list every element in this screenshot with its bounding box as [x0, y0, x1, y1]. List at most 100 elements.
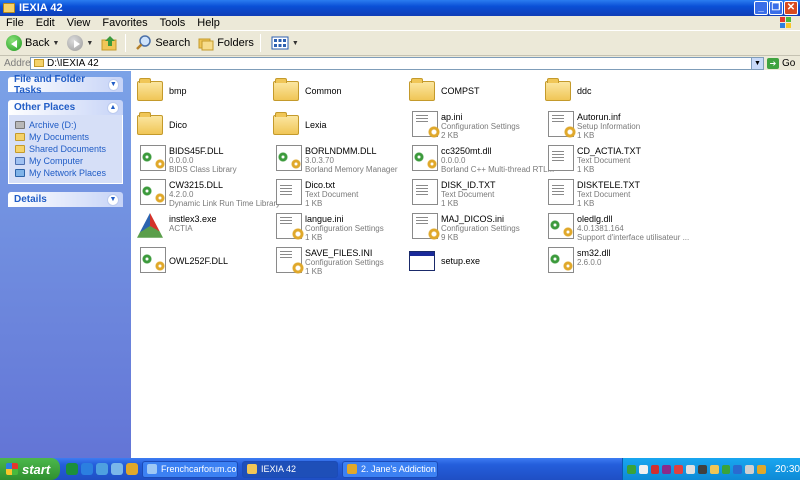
place-my-computer[interactable]: My Computer: [15, 155, 116, 167]
file-item[interactable]: ap.ini Configuration Settings 2 KB: [409, 111, 545, 143]
title-bar: IEXIA 42 _ ❐ ✕: [0, 0, 800, 16]
file-item[interactable]: Autorun.inf Setup Information 1 KB: [545, 111, 681, 143]
search-button[interactable]: Search: [134, 32, 192, 54]
file-list: bmp Common COMPST ddc Dico Lexia ap.ini …: [131, 71, 800, 458]
text-file-icon: [412, 179, 438, 205]
browser-icon[interactable]: [96, 463, 108, 475]
menu-tools[interactable]: Tools: [154, 17, 192, 29]
file-item[interactable]: Dico: [137, 111, 273, 143]
go-button[interactable]: ➔ Go: [767, 57, 795, 69]
file-item[interactable]: OWL252F.DLL: [137, 247, 273, 279]
place-my-documents[interactable]: My Documents: [15, 131, 116, 143]
tray-icon[interactable]: [638, 464, 648, 474]
place-label: My Computer: [29, 156, 84, 166]
file-item[interactable]: Common: [273, 77, 409, 109]
windows-logo-icon: [780, 17, 791, 28]
menu-favorites[interactable]: Favorites: [96, 17, 153, 29]
file-name: Dico: [169, 120, 188, 130]
file-item[interactable]: DISKTELE.TXT Text Document 1 KB: [545, 179, 681, 211]
menu-help[interactable]: Help: [191, 17, 226, 29]
file-item[interactable]: CW3215.DLL 4.2.0.0 Dynamic Link Run Time…: [137, 179, 280, 211]
chevron-down-icon[interactable]: ▼: [751, 57, 763, 69]
menu-file[interactable]: File: [0, 17, 30, 29]
taskbar: start Frenchcarforum.co.u... IEXIA 42 2.…: [0, 458, 800, 480]
file-item[interactable]: sm32.dll 2.6.0.0: [545, 247, 681, 279]
tray-icon[interactable]: [697, 464, 707, 474]
place-shared-documents[interactable]: Shared Documents: [15, 143, 116, 155]
chevron-down-icon[interactable]: ▼: [107, 78, 119, 91]
tray-icon[interactable]: [757, 464, 766, 474]
minimize-button[interactable]: _: [754, 1, 768, 15]
file-item[interactable]: oledlg.dll 4.0.1381.164 Support d'interf…: [545, 213, 689, 245]
chevron-down-icon[interactable]: ▼: [86, 40, 93, 47]
network-icon[interactable]: [745, 464, 755, 474]
forward-button[interactable]: ▼: [65, 32, 95, 54]
task-label: IEXIA 42: [261, 464, 297, 474]
chevron-up-icon[interactable]: ▲: [107, 101, 119, 114]
address-input[interactable]: D:\IEXIA 42 ▼: [30, 56, 764, 70]
file-item[interactable]: ddc: [545, 77, 681, 109]
menu-edit[interactable]: Edit: [30, 17, 61, 29]
dll-icon: [276, 145, 302, 171]
file-item[interactable]: setup.exe: [409, 247, 545, 279]
up-button[interactable]: [99, 32, 121, 54]
file-item[interactable]: instlex3.exe ACTIA: [137, 213, 273, 245]
taskbar-task-active[interactable]: IEXIA 42: [242, 460, 338, 478]
file-size: 1 KB: [441, 199, 459, 208]
tray-icon[interactable]: [627, 464, 636, 474]
place-label: My Network Places: [29, 168, 107, 178]
file-item[interactable]: BIDS45F.DLL 0.0.0.0 BIDS Class Library: [137, 145, 273, 177]
taskbar-task[interactable]: Frenchcarforum.co.u...: [142, 460, 238, 478]
file-item[interactable]: DISK_ID.TXT Text Document 1 KB: [409, 179, 545, 211]
config-file-icon: [276, 213, 304, 240]
file-name: CW3215.DLL: [169, 180, 224, 190]
program-icon[interactable]: [126, 463, 138, 475]
volume-icon[interactable]: [686, 464, 695, 474]
back-arrow-icon: [6, 35, 22, 51]
browser-icon[interactable]: [81, 463, 93, 475]
file-item[interactable]: cc3250mt.dll 0.0.0.0 Borland C++ Multi-t…: [409, 145, 554, 177]
desktop-icon[interactable]: [111, 463, 123, 475]
file-item[interactable]: Lexia: [273, 111, 409, 143]
place-archive-drive[interactable]: Archive (D:): [15, 119, 116, 131]
taskbar-task[interactable]: 2. Jane's Addiction - ...: [342, 460, 438, 478]
file-item[interactable]: CD_ACTIA.TXT Text Document 1 KB: [545, 145, 681, 177]
file-name: BIDS45F.DLL: [169, 146, 224, 156]
tray-icon[interactable]: [662, 464, 672, 474]
media-player-icon[interactable]: [66, 463, 78, 475]
file-item[interactable]: bmp: [137, 77, 273, 109]
folder-icon: [273, 112, 299, 135]
chevron-down-icon[interactable]: ▼: [52, 40, 59, 47]
file-item[interactable]: MAJ_DICOS.ini Configuration Settings 9 K…: [409, 213, 545, 245]
dll-icon: [140, 145, 166, 171]
tray-icon[interactable]: [650, 464, 660, 474]
file-item[interactable]: BORLNDMM.DLL 3.0.3.70 Borland Memory Man…: [273, 145, 409, 177]
views-button[interactable]: ▼: [269, 32, 301, 54]
installer-icon: [137, 213, 163, 238]
file-folder-tasks-header[interactable]: File and Folder Tasks ▼: [8, 74, 123, 96]
start-button[interactable]: start: [0, 458, 60, 480]
file-item[interactable]: SAVE_FILES.INI Configuration Settings 1 …: [273, 247, 409, 279]
file-name: Lexia: [305, 120, 327, 130]
details-header[interactable]: Details ▼: [8, 192, 123, 207]
chevron-down-icon[interactable]: ▼: [292, 40, 299, 47]
back-button[interactable]: Back ▼: [4, 32, 61, 54]
config-file-icon: [412, 111, 440, 138]
file-name: CD_ACTIA.TXT: [577, 146, 642, 156]
tray-icon[interactable]: [733, 464, 743, 474]
file-name: MAJ_DICOS.ini: [441, 214, 505, 224]
folders-button[interactable]: Folders: [196, 32, 256, 54]
file-item[interactable]: Dico.txt Text Document 1 KB: [273, 179, 409, 211]
tray-icon[interactable]: [674, 464, 684, 474]
file-name: ap.ini: [441, 112, 463, 122]
chevron-down-icon[interactable]: ▼: [107, 193, 119, 206]
restore-button[interactable]: ❐: [769, 1, 783, 15]
menu-view[interactable]: View: [61, 17, 97, 29]
place-my-network-places[interactable]: My Network Places: [15, 167, 116, 179]
file-item[interactable]: COMPST: [409, 77, 545, 109]
tray-icon[interactable]: [721, 464, 731, 474]
other-places-header[interactable]: Other Places ▲: [8, 100, 123, 115]
tray-icon[interactable]: [709, 464, 719, 474]
close-button[interactable]: ✕: [784, 1, 798, 15]
file-item[interactable]: langue.ini Configuration Settings 1 KB: [273, 213, 409, 245]
